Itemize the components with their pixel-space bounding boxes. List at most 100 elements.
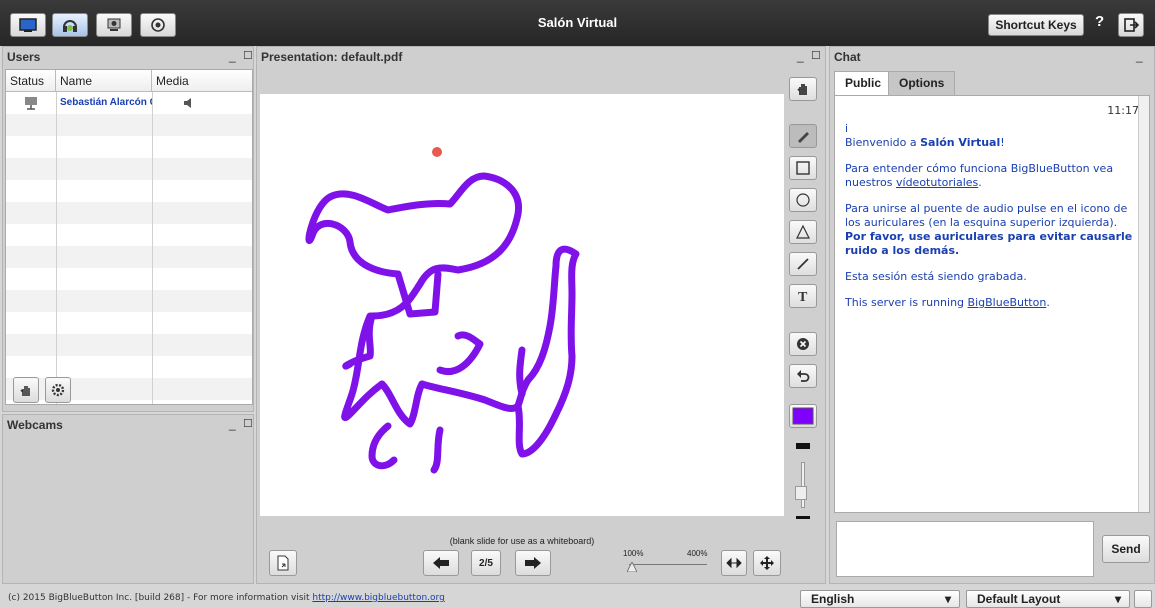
pen-drawing <box>305 172 580 474</box>
webcam-icon <box>107 18 121 31</box>
copyright-text: (c) 2015 BigBlueButton Inc. [build 268] … <box>8 593 445 603</box>
layout-select[interactable]: Default Layout ▾ <box>966 590 1130 608</box>
logout-button[interactable] <box>1118 13 1144 37</box>
tutorials-link[interactable]: vídeotutoriales <box>896 176 978 189</box>
minimize-icon[interactable]: _ <box>229 417 236 431</box>
slider-thumb[interactable] <box>795 486 807 500</box>
color-swatch-icon <box>792 407 814 425</box>
thickness-slider[interactable] <box>801 462 805 508</box>
pointer-dot <box>432 147 442 157</box>
text-tool-button[interactable]: T <box>789 284 817 308</box>
table-row <box>6 356 252 378</box>
tab-public[interactable]: Public <box>834 71 893 95</box>
monitor-icon <box>19 18 37 32</box>
undo-icon <box>797 370 810 382</box>
chat-scrollbar[interactable] <box>1138 96 1149 512</box>
clear-button[interactable] <box>789 332 817 356</box>
chat-message: This server is running BigBlueButton. <box>845 296 1050 309</box>
table-row <box>6 290 252 312</box>
line-tool-button[interactable] <box>789 252 817 276</box>
webcam-button[interactable] <box>96 13 132 37</box>
minimize-icon[interactable]: _ <box>229 49 236 63</box>
presentation-title: Presentation: default.pdf <box>261 50 403 64</box>
column-name[interactable]: Name <box>56 70 152 92</box>
maximize-icon[interactable]: ☐ <box>243 49 253 62</box>
arrow-right-icon <box>525 557 541 569</box>
rectangle-icon <box>796 161 810 175</box>
table-row <box>6 268 252 290</box>
pencil-tool-button[interactable] <box>789 124 817 148</box>
circle-icon <box>796 193 810 207</box>
webcams-title: Webcams <box>7 418 63 432</box>
users-panel: Users _ ☐ Status Name Media Sebastián Al… <box>2 46 254 412</box>
page-indicator[interactable]: 2/5 <box>471 550 501 576</box>
webcams-panel: Webcams _ ☐ <box>2 414 254 584</box>
apply-layout-button[interactable] <box>1134 590 1152 608</box>
record-button[interactable] <box>140 13 176 37</box>
zoom-min-label: 100% <box>623 549 644 558</box>
pencil-icon <box>798 132 809 143</box>
column-divider <box>56 92 57 404</box>
table-row[interactable]: Sebastián Alarcón C <box>6 92 252 114</box>
thickness-min-indicator <box>796 516 810 519</box>
whiteboard-slide[interactable]: (blank slide for use as a whiteboard) <box>260 94 784 546</box>
top-toolbar: Salón Virtual Shortcut Keys ? <box>0 0 1155 46</box>
table-row <box>6 224 252 246</box>
ellipse-tool-button[interactable] <box>789 188 817 212</box>
record-icon <box>151 18 165 32</box>
shortcut-keys-button[interactable]: Shortcut Keys <box>988 14 1084 36</box>
undo-button[interactable] <box>789 364 817 388</box>
chat-message: Esta sesión está siendo grabada. <box>845 270 1027 283</box>
previous-slide-button[interactable] <box>423 550 459 576</box>
share-screen-button[interactable] <box>10 13 46 37</box>
document-icon <box>277 555 289 571</box>
zoom-slider[interactable] <box>629 564 707 565</box>
column-media[interactable]: Media <box>152 70 252 92</box>
user-name: Sebastián Alarcón C <box>60 97 152 108</box>
minimize-icon[interactable]: _ <box>1136 49 1143 63</box>
speaker-icon <box>184 98 191 108</box>
maximize-icon[interactable]: ☐ <box>811 49 821 62</box>
footer: (c) 2015 BigBlueButton Inc. [build 268] … <box>0 590 1155 608</box>
upload-button[interactable] <box>269 550 297 576</box>
logout-icon <box>1124 18 1139 32</box>
chat-message: Para unirse al puente de audio pulse en … <box>845 202 1133 257</box>
triangle-tool-button[interactable] <box>789 220 817 244</box>
arrow-left-icon <box>433 557 449 569</box>
maximize-icon[interactable]: ☐ <box>243 417 253 430</box>
table-row <box>6 312 252 334</box>
users-title: Users <box>7 50 41 64</box>
triangle-icon <box>796 224 810 239</box>
column-status[interactable]: Status <box>6 70 56 92</box>
settings-button[interactable] <box>45 377 71 403</box>
minimize-icon[interactable]: _ <box>797 49 804 63</box>
rectangle-tool-button[interactable] <box>789 156 817 180</box>
table-row <box>6 158 252 180</box>
chat-input[interactable] <box>836 521 1094 577</box>
send-button[interactable]: Send <box>1102 535 1150 563</box>
next-slide-button[interactable] <box>515 550 551 576</box>
color-picker-button[interactable] <box>789 404 817 428</box>
chat-message: Bienvenido a Salón Virtual! <box>845 136 1005 149</box>
whiteboard-drawing[interactable] <box>260 94 784 516</box>
language-select[interactable]: English ▾ <box>800 590 960 608</box>
zoom-slider-thumb[interactable] <box>627 562 637 572</box>
website-link[interactable]: http://www.bigbluebutton.org <box>312 593 444 603</box>
fit-width-icon <box>726 557 742 569</box>
table-row <box>6 334 252 356</box>
users-table: Status Name Media Sebastián Alarcón C <box>5 69 253 405</box>
raise-hand-button[interactable] <box>13 377 39 403</box>
fit-width-button[interactable] <box>721 550 747 576</box>
bigbluebutton-link[interactable]: BigBlueButton <box>968 296 1047 309</box>
chat-messages: 11:17 i Bienvenido a Salón Virtual! Para… <box>834 95 1150 513</box>
zoom-max-label: 400% <box>687 549 708 558</box>
tab-options[interactable]: Options <box>888 71 956 95</box>
presentation-panel: Presentation: default.pdf _ ☐ (blank sli… <box>256 46 826 584</box>
table-row <box>6 114 252 136</box>
pan-tool-button[interactable] <box>789 77 817 101</box>
fit-page-button[interactable] <box>753 550 781 576</box>
headset-icon <box>63 20 77 32</box>
hand-icon <box>20 386 30 396</box>
help-button[interactable]: ? <box>1095 13 1104 30</box>
headset-button[interactable] <box>52 13 88 37</box>
